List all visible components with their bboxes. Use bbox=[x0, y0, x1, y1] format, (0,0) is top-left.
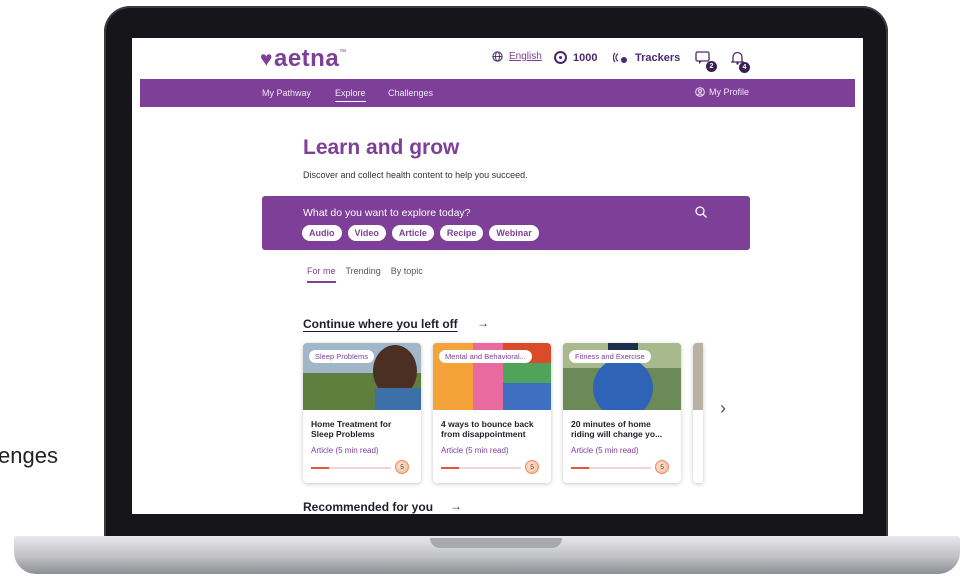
nav-my-pathway[interactable]: My Pathway bbox=[262, 88, 311, 98]
chat-icon: 2 bbox=[695, 51, 717, 72]
content-card-partial[interactable] bbox=[693, 343, 703, 483]
card-title: 4 ways to bounce back from disappointmen… bbox=[441, 419, 534, 440]
card-meta: Article (5 min read) bbox=[571, 446, 639, 455]
card-progress-bar bbox=[571, 467, 651, 469]
points-badge: 5 bbox=[655, 460, 669, 474]
explore-search-panel[interactable]: What do you want to explore today? Audio… bbox=[262, 196, 750, 250]
messages-button[interactable]: 2 bbox=[695, 51, 717, 72]
tab-for-me[interactable]: For me bbox=[307, 266, 336, 283]
trackers-button[interactable]: Trackers bbox=[613, 51, 680, 64]
top-header: ♥aetna™ English 1000 Trackers 2 4 bbox=[132, 38, 863, 79]
main-nav: My Pathway Explore Challenges My Profile bbox=[140, 79, 855, 107]
aetna-logo[interactable]: ♥aetna™ bbox=[260, 45, 347, 73]
card-progress-bar bbox=[311, 467, 391, 469]
messages-count-badge: 2 bbox=[706, 61, 717, 72]
card-progress-fill bbox=[571, 467, 589, 469]
carousel-next-icon[interactable]: › bbox=[720, 398, 726, 419]
card-progress-fill bbox=[311, 467, 329, 469]
recommended-section-title[interactable]: Recommended for you bbox=[303, 500, 433, 514]
content-tabs: For me Trending By topic bbox=[307, 266, 423, 283]
points-counter[interactable]: 1000 bbox=[554, 51, 597, 64]
card-meta: Article (5 min read) bbox=[311, 446, 379, 455]
chip-audio[interactable]: Audio bbox=[302, 225, 342, 241]
card-meta: Article (5 min read) bbox=[441, 446, 509, 455]
laptop-notch bbox=[430, 538, 562, 548]
card-title: 20 minutes of home riding will change yo… bbox=[571, 419, 663, 440]
points-icon bbox=[554, 51, 567, 64]
content-type-chips: Audio Video Article Recipe Webinar bbox=[302, 225, 539, 241]
arrow-right-icon[interactable]: → bbox=[450, 499, 462, 513]
heart-logo-icon: ♥ bbox=[260, 48, 273, 71]
language-link[interactable]: English bbox=[509, 51, 542, 62]
card-progress-fill bbox=[441, 467, 459, 469]
content-card[interactable]: Sleep Problems Home Treatment for Sleep … bbox=[303, 343, 421, 483]
background-caption: enges bbox=[0, 443, 58, 468]
card-topic-tag: Sleep Problems bbox=[309, 350, 374, 363]
continue-section-title[interactable]: Continue where you left off bbox=[303, 317, 458, 331]
points-badge: 5 bbox=[395, 460, 409, 474]
profile-icon bbox=[695, 87, 705, 97]
chip-recipe[interactable]: Recipe bbox=[439, 225, 484, 241]
card-topic-tag: Mental and Behavioral... bbox=[439, 350, 532, 363]
page-title: Learn and grow bbox=[303, 136, 460, 159]
points-badge: 5 bbox=[525, 460, 539, 474]
globe-icon bbox=[492, 51, 503, 62]
chip-article[interactable]: Article bbox=[391, 225, 434, 241]
card-topic-tag: Fitness and Exercise bbox=[569, 350, 651, 363]
tab-trending[interactable]: Trending bbox=[346, 266, 381, 283]
explore-question: What do you want to explore today? bbox=[303, 207, 471, 219]
tab-by-topic[interactable]: By topic bbox=[391, 266, 423, 283]
card-title: Home Treatment for Sleep Problems bbox=[311, 419, 392, 440]
nav-challenges[interactable]: Challenges bbox=[388, 88, 433, 98]
nav-explore[interactable]: Explore bbox=[335, 88, 366, 102]
points-value: 1000 bbox=[573, 51, 598, 64]
chip-webinar[interactable]: Webinar bbox=[489, 225, 539, 241]
chip-video[interactable]: Video bbox=[347, 225, 386, 241]
notifications-button[interactable]: 4 bbox=[730, 51, 750, 73]
search-icon[interactable] bbox=[694, 205, 708, 219]
arrow-right-icon[interactable]: → bbox=[477, 316, 489, 330]
card-progress-bar bbox=[441, 467, 521, 469]
bell-icon: 4 bbox=[730, 51, 750, 73]
content-card[interactable]: Mental and Behavioral... 4 ways to bounc… bbox=[433, 343, 551, 483]
laptop-screen: ♥aetna™ English 1000 Trackers 2 4 My Pat… bbox=[132, 38, 863, 514]
trackers-icon bbox=[613, 52, 627, 63]
my-profile-link[interactable]: My Profile bbox=[695, 87, 749, 97]
trackers-label: Trackers bbox=[635, 51, 681, 64]
card-image bbox=[693, 343, 703, 410]
notifications-count-badge: 4 bbox=[739, 62, 750, 73]
page-subtitle: Discover and collect health content to h… bbox=[303, 170, 528, 180]
language-selector[interactable]: English bbox=[492, 51, 542, 62]
content-card[interactable]: Fitness and Exercise 20 minutes of home … bbox=[563, 343, 681, 483]
